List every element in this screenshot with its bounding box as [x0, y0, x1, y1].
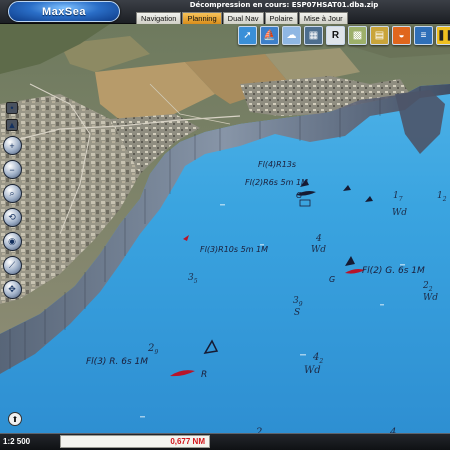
- route-planning-icon[interactable]: ➚: [238, 26, 257, 45]
- main-tabs: Navigation Planning Dual Nav Polaire Mis…: [136, 12, 348, 24]
- boat-icon[interactable]: ⛵: [260, 26, 279, 45]
- light-characteristic-label: Fl(2) G. 6s 1M: [362, 266, 425, 276]
- maxsea-logo: MaxSea: [8, 1, 120, 22]
- zoom-in-icon[interactable]: +: [2, 136, 22, 155]
- scale-readout: 1:2 500: [3, 437, 31, 446]
- seabed-note: Wd: [392, 208, 408, 218]
- chart-background: [0, 24, 450, 433]
- photo-icon[interactable]: ▦: [304, 26, 323, 45]
- pan-icon[interactable]: ✥: [2, 280, 22, 299]
- seabed-note: S: [294, 308, 301, 318]
- buoy-label: G: [329, 275, 336, 284]
- tab-polaire[interactable]: Polaire: [264, 12, 298, 24]
- ruler-icon[interactable]: ⟋: [2, 256, 22, 275]
- title-bar: MaxSea Décompression en cours: ESP07HSAT…: [0, 0, 450, 24]
- depth-sounding: 35: [188, 273, 198, 285]
- pause-icon[interactable]: ❚❚: [436, 26, 450, 45]
- vector-chart-icon[interactable]: ▩: [348, 26, 367, 45]
- tab-mise-a-jour[interactable]: Mise à Jour: [298, 12, 348, 24]
- raster-chart-icon[interactable]: R: [326, 26, 345, 45]
- depth-sounding: 12: [437, 191, 447, 203]
- tab-planning[interactable]: Planning: [182, 12, 222, 24]
- image-overlay-icon[interactable]: ▤: [370, 26, 389, 45]
- depth-sounding: 17: [393, 191, 403, 203]
- status-bar: 1:2 500 0,677 NM: [0, 433, 450, 450]
- center-boat-icon[interactable]: ◉: [2, 232, 22, 251]
- tab-navigation[interactable]: Navigation: [136, 12, 182, 24]
- buoy-label: R: [201, 370, 208, 380]
- magnifier-icon[interactable]: ⌕: [2, 184, 22, 203]
- light-characteristic-label: Fl(3) R. 6s 1M: [86, 357, 149, 367]
- chart-toolbar: ➚ ⛵ ☁ ▦ R ▩ ▤ ◒ ≡ ❚❚: [238, 26, 450, 46]
- layers-icon[interactable]: ≡: [414, 26, 433, 45]
- rotate-view-icon[interactable]: ⟲: [2, 208, 22, 227]
- scroll-up-icon[interactable]: ▲: [6, 119, 18, 131]
- light-characteristic-label: Fl(3)R10s 5m 1M: [200, 245, 269, 254]
- seabed-note: Wd: [311, 245, 327, 255]
- depth-sounding: 4: [316, 234, 322, 244]
- download-status-text: Décompression en cours: ESP07HSAT01.dba.…: [189, 1, 379, 9]
- depth-sounding: 29: [148, 343, 159, 357]
- left-toolbar: • ▲ + − ⌕ ⟲ ◉ ⟋ ✥: [1, 102, 23, 299]
- seabed-note: Wd: [423, 293, 439, 303]
- chart-3d-view[interactable]: 17 Wd 4 Wd 35 39 S 22 Wd 29 42 Wd 28 44 …: [0, 24, 450, 433]
- north-compass-icon[interactable]: ⬆: [8, 412, 22, 426]
- pin-icon[interactable]: •: [6, 102, 18, 114]
- tab-dual-nav[interactable]: Dual Nav: [222, 12, 264, 24]
- distance-readout: 0,677 NM: [60, 435, 210, 448]
- seabed-note: Wd: [304, 365, 321, 376]
- light-characteristic-label: Fl(4)R13s: [258, 160, 297, 169]
- light-characteristic-label: Fl(2)R6s 5m 1M: [245, 178, 308, 187]
- buoy-label: G: [296, 191, 303, 200]
- zoom-out-icon[interactable]: −: [2, 160, 22, 179]
- weather-icon[interactable]: ☁: [282, 26, 301, 45]
- sunset-icon[interactable]: ◒: [392, 26, 411, 45]
